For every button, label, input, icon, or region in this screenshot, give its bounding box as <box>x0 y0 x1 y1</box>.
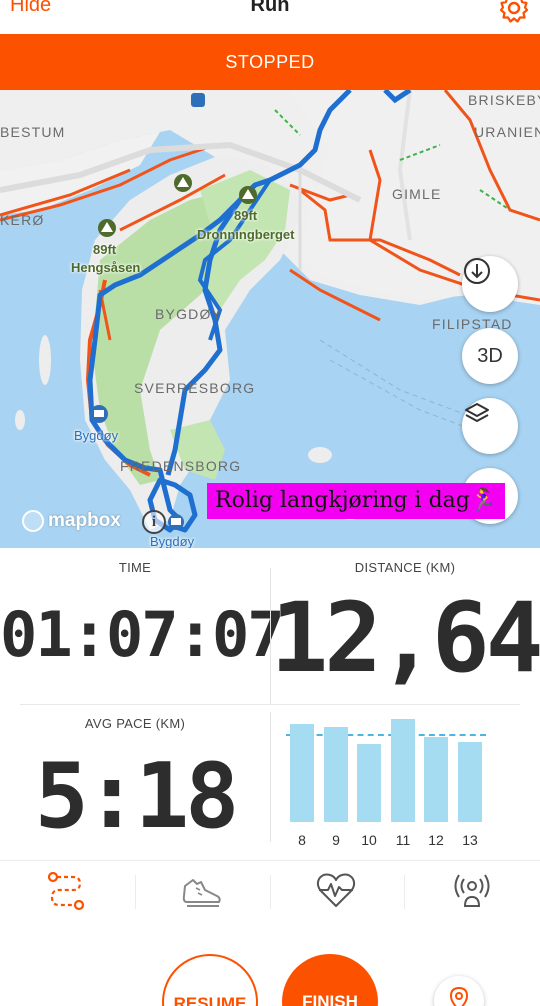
area-label-briskeby: BRISKEBY <box>468 92 540 108</box>
finish-button[interactable]: FINISH <box>282 954 378 1006</box>
split-label: 11 <box>395 832 411 848</box>
split-bar <box>424 737 448 822</box>
beacon-icon <box>454 874 490 907</box>
story-caption: Rolig langkjøring i dag🏃‍♀️ <box>207 483 506 519</box>
stat-divider <box>270 712 271 842</box>
tab-beacon[interactable] <box>442 867 502 915</box>
stat-divider <box>20 704 520 705</box>
pace-value: 5:18 <box>34 744 240 849</box>
time-value: 01:07:07 <box>0 598 285 671</box>
shoe-icon <box>182 879 221 907</box>
tab-route[interactable] <box>36 867 96 915</box>
split-bar <box>458 742 482 822</box>
split-bar <box>324 727 348 822</box>
distance-label: DISTANCE (KM) <box>354 560 456 575</box>
status-banner: STOPPED <box>0 34 540 90</box>
download-map-button[interactable] <box>462 256 518 312</box>
poi-dronningberget[interactable]: Dronningberget <box>197 227 295 242</box>
download-icon <box>464 258 490 284</box>
page-title: Run <box>250 0 290 16</box>
resume-button[interactable]: RESUME <box>162 954 258 1006</box>
route-map[interactable]: BESTUM BRISKEBY URANIEN GIMLE KERØ FILIP… <box>0 90 540 548</box>
tab-separator <box>135 875 136 909</box>
split-label: 8 <box>298 832 306 848</box>
header: Hide Run <box>0 0 540 34</box>
pace-label: AVG PACE (KM) <box>84 716 186 731</box>
poi-elevation: 89ft <box>93 242 117 257</box>
split-bar <box>391 719 415 822</box>
split-bar <box>290 724 314 822</box>
location-pin-icon <box>449 986 469 1006</box>
mapbox-attribution: mapbox <box>22 510 121 532</box>
splits-chart[interactable]: 8 9 10 11 12 13 <box>286 716 494 856</box>
time-label: TIME <box>118 560 152 575</box>
area-label-svalesborg: SVERRESBORG <box>134 380 256 396</box>
area-label-kero: KERØ <box>0 212 45 228</box>
map-layers-button[interactable] <box>462 398 518 454</box>
tab-heart-rate[interactable] <box>306 867 366 915</box>
gear-icon[interactable] <box>498 0 530 24</box>
split-label: 9 <box>332 832 340 848</box>
tab-separator <box>270 875 271 909</box>
tab-gear[interactable] <box>172 867 232 915</box>
split-label: 12 <box>428 832 444 848</box>
area-label-gimle: GIMLE <box>392 186 442 202</box>
area-label-fredensborg: FREDENSBORG <box>120 458 242 474</box>
poi-hengsasen[interactable]: Hengsåsen <box>71 260 140 275</box>
info-icon[interactable]: i <box>142 510 166 534</box>
mapbox-logo-icon <box>22 510 44 532</box>
split-label: 10 <box>361 832 377 848</box>
layers-icon <box>465 403 489 422</box>
split-bar <box>357 744 381 822</box>
tab-bar <box>0 860 540 920</box>
area-label-uranien: URANIEN <box>474 124 540 140</box>
area-label-bestum: BESTUM <box>0 124 66 140</box>
average-pace-line <box>286 734 486 736</box>
distance-value: 12,64 <box>270 582 540 694</box>
heart-rate-icon <box>316 873 356 907</box>
split-label: 13 <box>462 832 478 848</box>
poi-bygdoy[interactable]: Bygdøy <box>150 534 194 548</box>
3d-toggle-button[interactable]: 3D <box>462 328 518 384</box>
route-icon <box>47 871 85 911</box>
locate-button[interactable] <box>434 976 484 1006</box>
area-label-bygdoy: BYGDØY <box>155 306 223 322</box>
mapbox-text: mapbox <box>48 510 121 531</box>
poi-bygdoy[interactable]: Bygdøy <box>74 428 118 443</box>
tab-separator <box>404 875 405 909</box>
poi-elevation: 89ft <box>234 208 258 223</box>
